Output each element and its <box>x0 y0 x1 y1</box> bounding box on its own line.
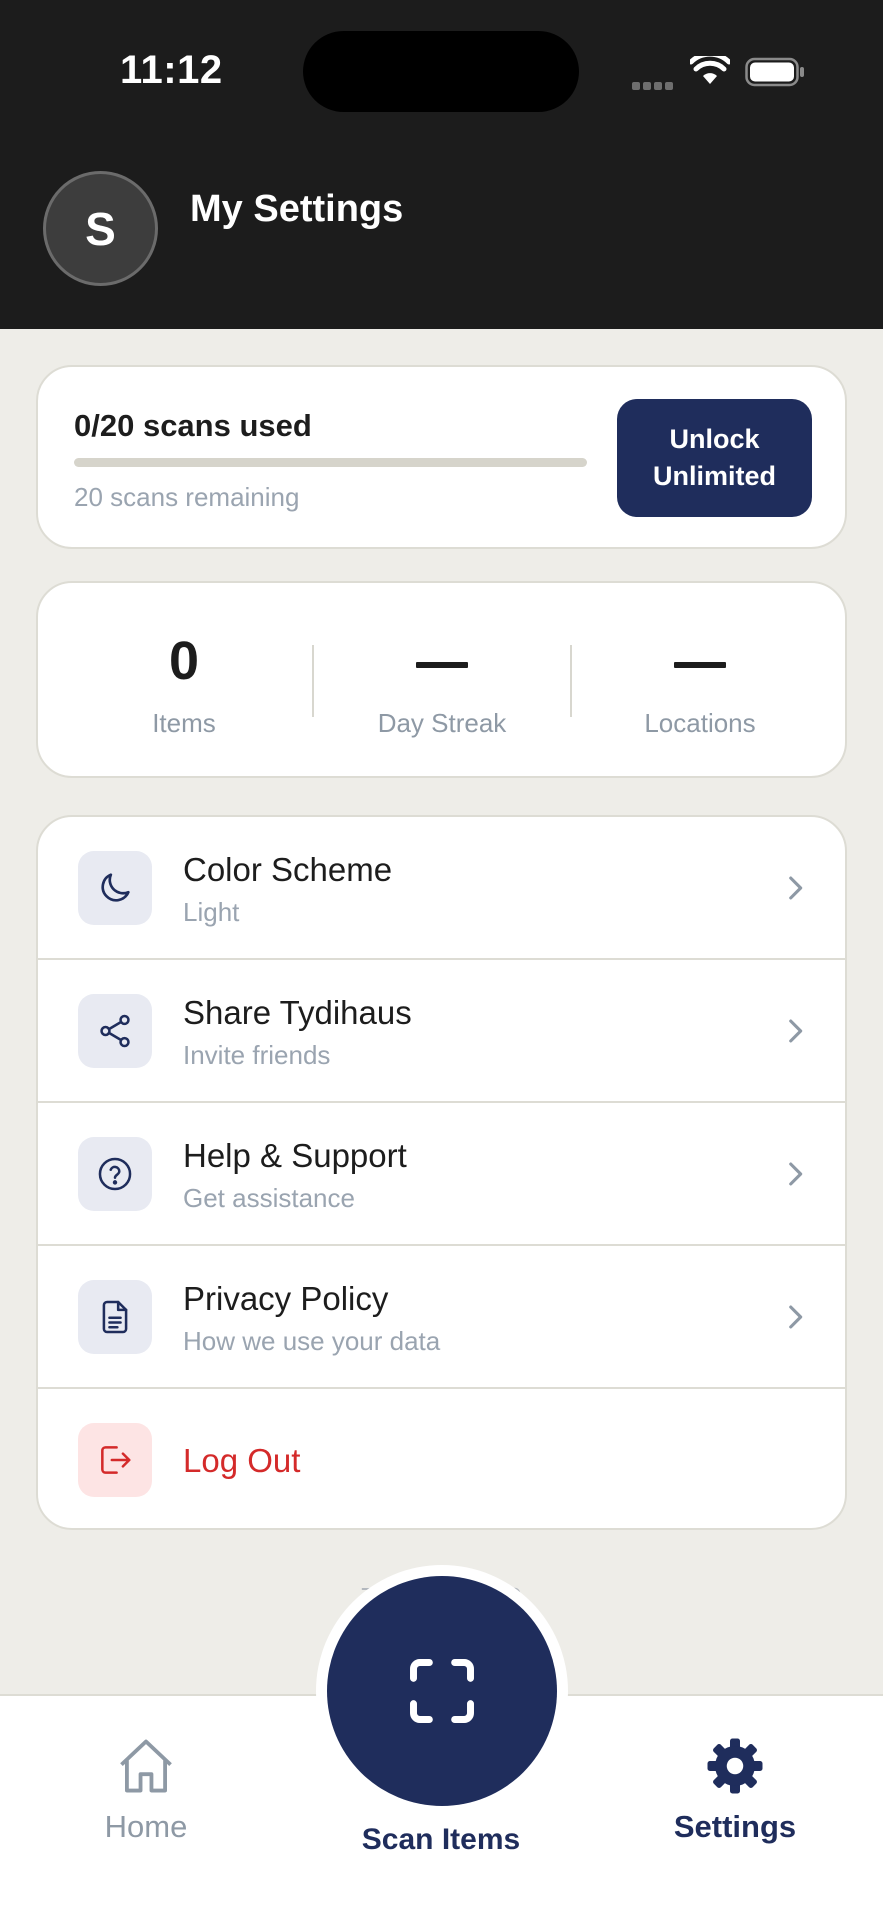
page-title: My Settings <box>190 188 404 230</box>
menu-item-label: Share Tydihaus <box>183 994 412 1031</box>
scan-usage-title: 0/20 scans used <box>74 408 312 443</box>
stat-divider <box>570 645 572 717</box>
chevron-right-icon <box>789 1162 803 1186</box>
share-icon <box>78 994 152 1068</box>
wifi-icon <box>690 56 730 84</box>
tab-settings[interactable]: Settings <box>625 1736 845 1845</box>
menu-item-sublabel: Invite friends <box>183 1040 331 1070</box>
stat-locations-value <box>580 628 820 694</box>
moon-icon <box>78 851 152 925</box>
unlock-unlimited-button[interactable]: Unlock Unlimited <box>617 399 812 517</box>
menu-item-label: Privacy Policy <box>183 1280 389 1317</box>
empty-value-dash <box>416 661 468 668</box>
settings-screen: 11:12 S My Settings 0/20 scans used 20 s… <box>0 0 883 1920</box>
document-icon <box>78 1280 152 1354</box>
settings-menu: Color Scheme Light Share Tydihaus Invite… <box>36 815 847 1530</box>
stat-items-label: Items <box>152 708 216 738</box>
menu-item-sublabel: Light <box>183 897 240 927</box>
menu-item-label: Color Scheme <box>183 851 393 888</box>
chevron-right-icon <box>789 1305 803 1329</box>
stat-locations-label: Locations <box>644 708 756 738</box>
menu-item-privacy[interactable]: Privacy Policy How we use your data <box>38 1246 845 1389</box>
stats-card: 0 Items Day Streak Locations <box>36 581 847 778</box>
stat-items-value: 0 <box>168 631 200 691</box>
menu-item-sublabel: How we use your data <box>183 1326 441 1356</box>
menu-item-label: Log Out <box>183 1442 301 1479</box>
chevron-right-icon <box>789 1019 803 1043</box>
stat-divider <box>312 645 314 717</box>
gear-icon <box>707 1738 763 1794</box>
empty-value-dash <box>674 661 726 668</box>
menu-item-share[interactable]: Share Tydihaus Invite friends <box>38 960 845 1103</box>
chevron-right-icon <box>789 876 803 900</box>
stat-day-streak-label: Day Streak <box>377 708 507 738</box>
help-circle-icon <box>78 1137 152 1211</box>
scan-usage-progress <box>74 458 587 467</box>
menu-item-log-out[interactable]: Log Out <box>38 1389 845 1528</box>
stat-locations: Locations <box>580 628 820 739</box>
unlock-label-line2: Unlimited <box>652 461 776 491</box>
menu-item-sublabel: Get assistance <box>183 1183 355 1213</box>
scan-icon <box>410 1659 474 1723</box>
scan-items-label[interactable]: Scan Items <box>291 1823 591 1857</box>
menu-item-color-scheme[interactable]: Color Scheme Light <box>38 817 845 960</box>
avatar[interactable]: S <box>43 171 158 286</box>
header: 11:12 S My Settings <box>0 0 883 329</box>
scan-items-button[interactable] <box>327 1576 557 1806</box>
tab-home-label: Home <box>104 1809 188 1844</box>
logout-icon <box>78 1423 152 1497</box>
tab-home[interactable]: Home <box>36 1736 256 1845</box>
cellular-signal-icon <box>632 77 676 90</box>
stat-items: 0 Items <box>64 628 304 739</box>
scan-usage-card: 0/20 scans used 20 scans remaining Unloc… <box>36 365 847 549</box>
status-time: 11:12 <box>120 48 223 92</box>
stat-day-streak: Day Streak <box>322 628 562 739</box>
menu-item-help[interactable]: Help & Support Get assistance <box>38 1103 845 1246</box>
tab-settings-label: Settings <box>673 1809 797 1844</box>
unlock-label-line1: Unlock <box>669 424 760 454</box>
menu-item-label: Help & Support <box>183 1137 407 1174</box>
battery-icon <box>745 57 804 87</box>
scans-remaining-text: 20 scans remaining <box>74 482 300 512</box>
stat-day-streak-value <box>322 628 562 694</box>
dynamic-island <box>303 31 579 112</box>
home-icon <box>120 1739 172 1793</box>
